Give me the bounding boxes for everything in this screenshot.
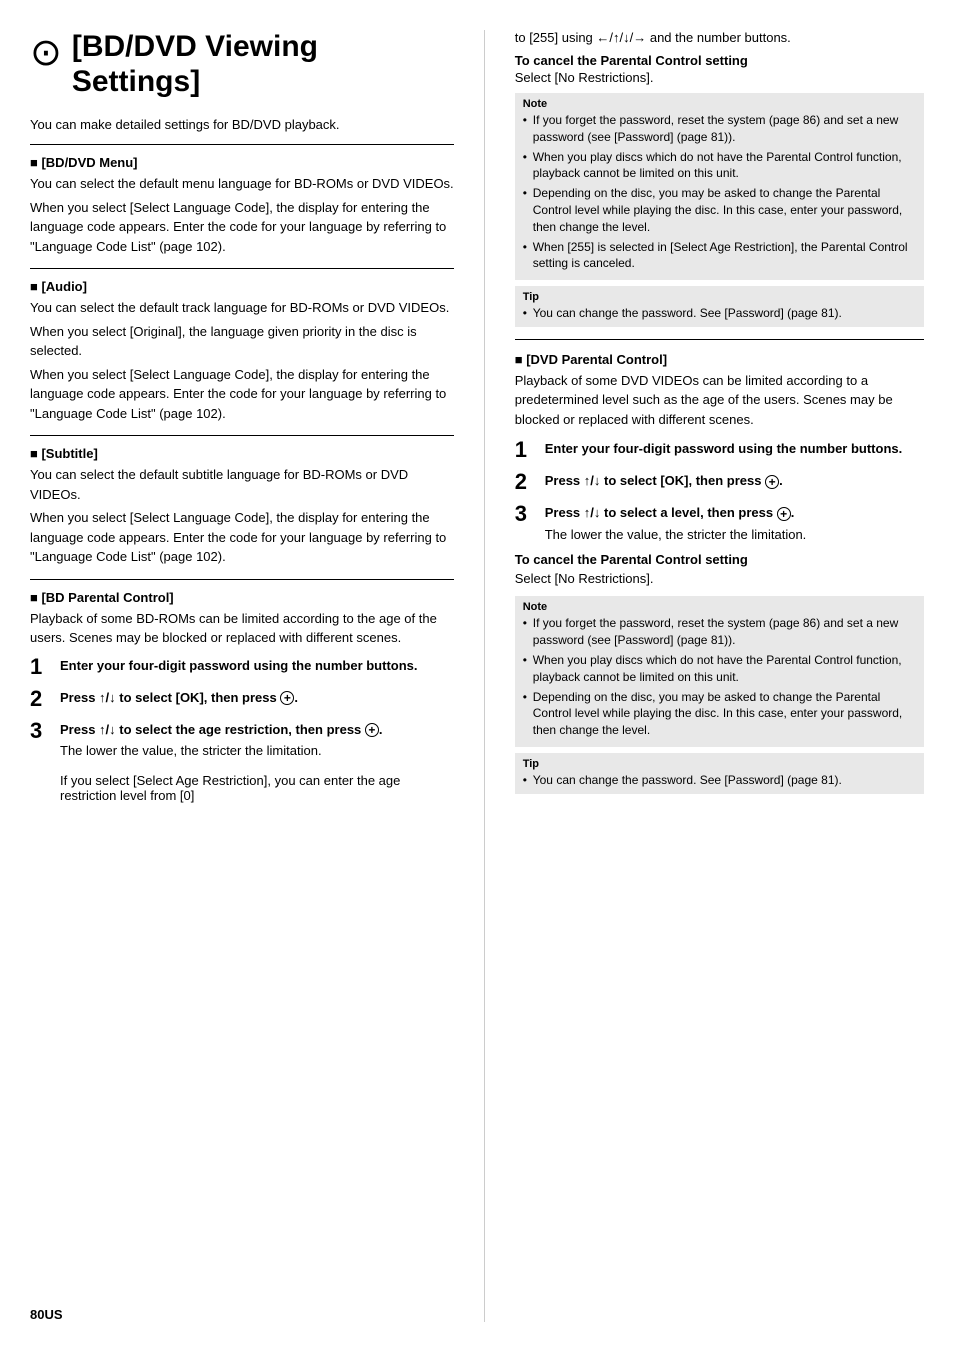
section-audio: [Audio] You can select the default track…: [30, 279, 454, 423]
section-header-bd-dvd-menu: [BD/DVD Menu]: [30, 155, 454, 170]
step-2: 2 Press ↑/↓ to select [OK], then press +…: [30, 688, 454, 710]
divider-right: [515, 339, 924, 340]
dvd-step-sub-3: The lower the value, the stricter the li…: [545, 527, 807, 542]
dvd-note-item-2: When you play discs which do not have th…: [523, 652, 916, 686]
step-3: 3 Press ↑/↓ to select the age restrictio…: [30, 720, 454, 804]
dvd-step-num-2: 2: [515, 471, 535, 493]
bd-dvd-menu-p1: You can select the default menu language…: [30, 174, 454, 194]
tip-label-top: Tip: [523, 291, 916, 303]
tip-list-top: You can change the password. See [Passwo…: [523, 305, 916, 322]
dvd-note-item-1: If you forget the password, reset the sy…: [523, 615, 916, 649]
bd-dvd-menu-p2: When you select [Select Language Code], …: [30, 198, 454, 257]
subtitle-p1: You can select the default subtitle lang…: [30, 465, 454, 504]
section-header-bd-parental: [BD Parental Control]: [30, 590, 454, 605]
section-bd-parental: [BD Parental Control] Playback of some B…: [30, 590, 454, 804]
section-bd-dvd-menu: [BD/DVD Menu] You can select the default…: [30, 155, 454, 256]
section-subtitle: [Subtitle] You can select the default su…: [30, 446, 454, 567]
audio-p2: When you select [Original], the language…: [30, 322, 454, 361]
to-cancel-label-top: To cancel the Parental Control setting: [515, 53, 924, 68]
page-number: 80US: [30, 1307, 63, 1322]
section-header-dvd-parental: [DVD Parental Control]: [515, 352, 924, 367]
dvd-step-text-1: Enter your four-digit password using the…: [545, 439, 903, 459]
dvd-step-num-1: 1: [515, 439, 535, 461]
dvd-note-item-3: Depending on the disc, you may be asked …: [523, 689, 916, 739]
dvd-to-cancel-label: To cancel the Parental Control setting: [515, 552, 924, 567]
dvd-to-cancel-text: Select [No Restrictions].: [515, 569, 924, 589]
dvd-step-text-2: Press ↑/↓ to select [OK], then press +.: [545, 473, 783, 488]
right-column: to [255] using ←/↑/↓/→ and the number bu…: [485, 30, 924, 1322]
divider-1: [30, 268, 454, 269]
continued-text: to [255] using ←/↑/↓/→ and the number bu…: [515, 30, 924, 45]
to-cancel-text-top: Select [No Restrictions].: [515, 70, 924, 85]
step-1: 1 Enter your four-digit password using t…: [30, 656, 454, 678]
intro-text: You can make detailed settings for BD/DV…: [30, 117, 454, 132]
audio-p3: When you select [Select Language Code], …: [30, 365, 454, 424]
step-text-2: Press ↑/↓ to select [OK], then press +.: [60, 690, 298, 705]
note-label-top: Note: [523, 98, 916, 110]
dvd-step-3: 3 Press ↑/↓ to select a level, then pres…: [515, 503, 924, 542]
dvd-parental-intro: Playback of some DVD VIDEOs can be limit…: [515, 371, 924, 430]
note-item-4: When [255] is selected in [Select Age Re…: [523, 239, 916, 273]
step-sub-3: The lower the value, the stricter the li…: [60, 743, 454, 803]
circle-plus-icon: +: [280, 691, 294, 705]
bd-parental-steps: 1 Enter your four-digit password using t…: [30, 656, 454, 804]
section-header-audio: [Audio]: [30, 279, 454, 294]
divider-top: [30, 144, 454, 145]
disc-icon: ⊙: [30, 34, 62, 72]
tip-label-dvd: Tip: [523, 758, 916, 770]
circle-plus-icon-4: +: [777, 507, 791, 521]
tip-item-dvd: You can change the password. See [Passwo…: [523, 772, 916, 789]
divider-2: [30, 435, 454, 436]
page-title: [BD/DVD Viewing Settings]: [72, 30, 454, 99]
section-header-subtitle: [Subtitle]: [30, 446, 454, 461]
step-num-3: 3: [30, 720, 50, 742]
bd-parental-intro: Playback of some BD-ROMs can be limited …: [30, 609, 454, 648]
step-num-1: 1: [30, 656, 50, 678]
tip-list-dvd: You can change the password. See [Passwo…: [523, 772, 916, 789]
note-list-top: If you forget the password, reset the sy…: [523, 112, 916, 272]
note-item-3: Depending on the disc, you may be asked …: [523, 185, 916, 235]
note-box-top: Note If you forget the password, reset t…: [515, 93, 924, 280]
tip-box-top: Tip You can change the password. See [Pa…: [515, 286, 924, 327]
note-list-dvd: If you forget the password, reset the sy…: [523, 615, 916, 739]
dvd-step-2: 2 Press ↑/↓ to select [OK], then press +…: [515, 471, 924, 493]
title-block: ⊙ [BD/DVD Viewing Settings]: [30, 30, 454, 99]
section-dvd-parental: [DVD Parental Control] Playback of some …: [515, 352, 924, 794]
step-text-1: Enter your four-digit password using the…: [60, 656, 418, 676]
note-item-1: If you forget the password, reset the sy…: [523, 112, 916, 146]
tip-box-dvd: Tip You can change the password. See [Pa…: [515, 753, 924, 794]
audio-p1: You can select the default track languag…: [30, 298, 454, 318]
note-label-dvd: Note: [523, 601, 916, 613]
left-column: ⊙ [BD/DVD Viewing Settings] You can make…: [30, 30, 485, 1322]
circle-plus-icon-3: +: [765, 475, 779, 489]
dvd-parental-steps: 1 Enter your four-digit password using t…: [515, 439, 924, 542]
step-num-2: 2: [30, 688, 50, 710]
circle-plus-icon-2: +: [365, 723, 379, 737]
subtitle-p2: When you select [Select Language Code], …: [30, 508, 454, 567]
divider-3: [30, 579, 454, 580]
note-box-dvd: Note If you forget the password, reset t…: [515, 596, 924, 747]
dvd-step-num-3: 3: [515, 503, 535, 525]
step-text-3: Press ↑/↓ to select the age restriction,…: [60, 722, 383, 737]
dvd-step-1: 1 Enter your four-digit password using t…: [515, 439, 924, 461]
dvd-step-text-3: Press ↑/↓ to select a level, then press …: [545, 505, 795, 520]
note-item-2: When you play discs which do not have th…: [523, 149, 916, 183]
tip-item-top: You can change the password. See [Passwo…: [523, 305, 916, 322]
